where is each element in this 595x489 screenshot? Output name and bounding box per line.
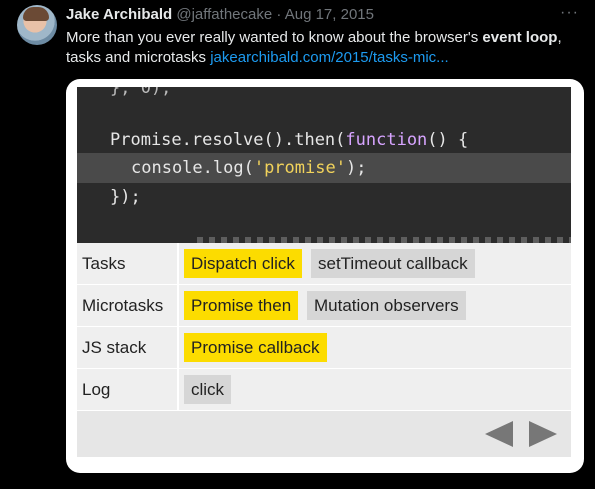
queue-table: Tasks Dispatch click setTimeout callback… <box>77 243 571 457</box>
queue-label: Microtasks <box>82 296 164 315</box>
row-divider <box>177 327 179 368</box>
tweet-text: More than you ever really wanted to know… <box>66 28 586 68</box>
code-line-2-pre: console.log( <box>131 158 254 178</box>
prev-arrow-icon[interactable] <box>485 421 513 447</box>
separator: · <box>276 6 282 23</box>
author-name[interactable]: Jake Archibald <box>66 6 172 23</box>
queue-item-highlighted: Dispatch click <box>184 249 302 278</box>
queue-label: Tasks <box>82 254 126 273</box>
code-line-1: Promise.resolve().then(function() { <box>110 130 468 150</box>
controls-bar <box>77 411 571 457</box>
queue-row-microtasks: Microtasks Promise then Mutation observe… <box>77 285 571 327</box>
queue-row-tasks: Tasks Dispatch click setTimeout callback <box>77 243 571 285</box>
queue-item-highlighted: Promise then <box>184 291 299 320</box>
tweet-header: Jake Archibald @jaffathecake · Aug 17, 2… <box>66 6 374 23</box>
queue-item: Mutation observers <box>307 291 466 320</box>
tweet-text-before: More than you ever really wanted to know… <box>66 29 483 46</box>
queue-row-js-stack: JS stack Promise callback <box>77 327 571 369</box>
code-line-1-post: () { <box>427 130 469 150</box>
tweet-text-bold: event loop <box>482 29 558 46</box>
next-arrow-icon[interactable] <box>529 421 557 447</box>
queue-label: Log <box>82 380 111 399</box>
row-divider <box>177 369 179 410</box>
code-line-2: console.log('promise'); <box>131 158 366 178</box>
avatar[interactable] <box>17 5 57 45</box>
tweet-link[interactable]: jakearchibald.com/2015/tasks-mic... <box>210 49 448 66</box>
queue-item: setTimeout callback <box>311 249 475 278</box>
code-line-1-keyword: function <box>345 130 428 150</box>
code-line-2-string: 'promise' <box>253 158 346 178</box>
tweet-date[interactable]: Aug 17, 2015 <box>285 6 374 23</box>
author-handle[interactable]: @jaffathecake <box>176 6 272 23</box>
queue-item-highlighted: Promise callback <box>184 333 327 362</box>
row-divider <box>177 285 179 326</box>
code-line-2-post: ); <box>345 158 367 178</box>
media-card[interactable]: }, 0); Promise.resolve().then(function()… <box>66 79 584 473</box>
code-line-1-pre: Promise.resolve().then( <box>110 130 346 150</box>
more-icon[interactable]: ··· <box>560 4 579 22</box>
queue-label: JS stack <box>82 338 147 357</box>
queue-row-log: Log click <box>77 369 571 411</box>
code-line-3: }); <box>110 187 141 207</box>
log-entry: click <box>184 375 232 404</box>
code-panel: }, 0); Promise.resolve().then(function()… <box>77 87 571 243</box>
code-line-partial: }, 0); <box>110 87 172 98</box>
row-divider <box>177 243 179 284</box>
